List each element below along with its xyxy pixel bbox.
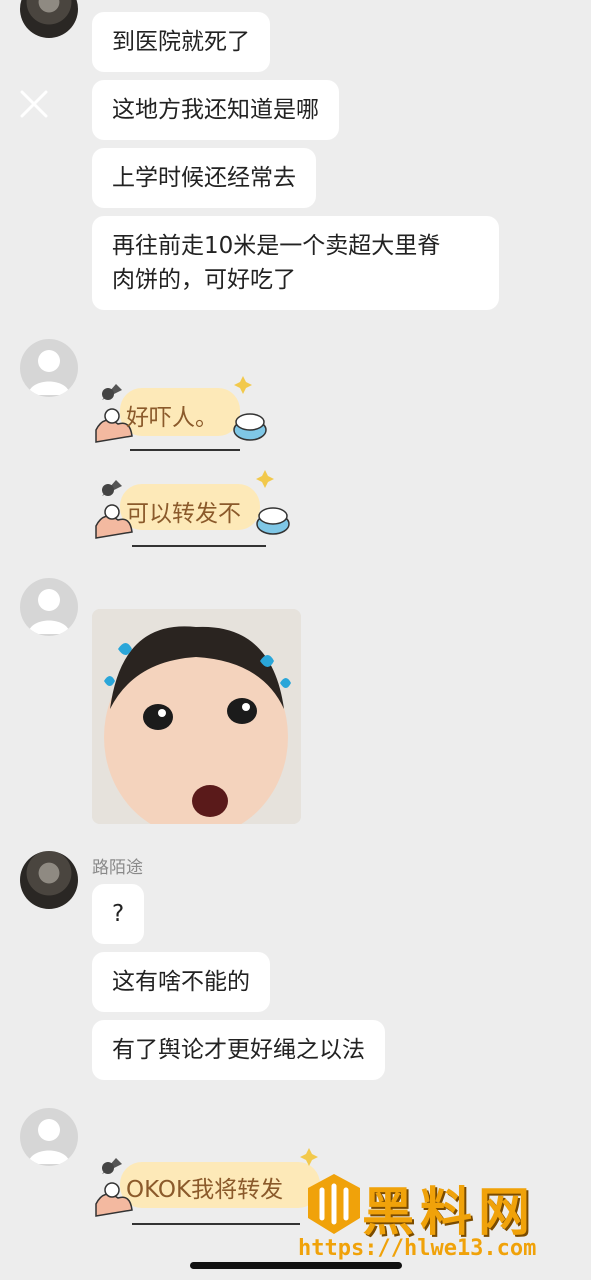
- message-text: 肉饼的，可好吃了: [112, 267, 296, 293]
- message-bubble[interactable]: 这地方我还知道是哪: [92, 80, 339, 140]
- message-text: 上学时候还经常去: [112, 165, 296, 191]
- watermark-url: https://hlwe13.com: [298, 1236, 537, 1261]
- message-bubble[interactable]: 上学时候还经常去: [92, 148, 316, 208]
- sticker-text: 可以转发不: [126, 501, 241, 527]
- avatar[interactable]: [20, 578, 78, 636]
- sticker-text: OKOK我将转发: [126, 1177, 284, 1203]
- message-text: 再往前走10米是一个卖超大里脊: [112, 233, 441, 259]
- message-bubble[interactable]: 再往前走10米是一个卖超大里脊 肉饼的，可好吃了: [92, 216, 499, 310]
- avatar[interactable]: [20, 339, 78, 397]
- avatar[interactable]: [20, 1108, 78, 1166]
- message-text: 有了舆论才更好绳之以法: [112, 1037, 365, 1063]
- message-bubble[interactable]: ?: [92, 884, 145, 944]
- message-bubble[interactable]: 这有啥不能的: [92, 952, 270, 1012]
- watermark-logo-icon: [308, 1174, 360, 1234]
- sticker-text: 好吓人。: [126, 405, 218, 431]
- message-text: 到医院就死了: [112, 29, 250, 55]
- sticker[interactable]: 可以转发不: [90, 462, 300, 552]
- message-bubble[interactable]: 到医院就死了: [92, 12, 270, 72]
- watermark-title: 黑料网: [362, 1183, 537, 1243]
- home-indicator: [190, 1262, 402, 1269]
- close-icon[interactable]: [18, 88, 50, 120]
- avatar[interactable]: [20, 851, 78, 909]
- message-text: ?: [112, 901, 125, 927]
- avatar[interactable]: [20, 0, 78, 38]
- sticker[interactable]: 好吓人。: [90, 370, 280, 460]
- sender-name: 路陌途: [92, 858, 143, 878]
- message-bubble[interactable]: 有了舆论才更好绳之以法: [92, 1020, 385, 1080]
- message-text: 这有啥不能的: [112, 969, 250, 995]
- image-message[interactable]: [92, 609, 301, 824]
- message-text: 这地方我还知道是哪: [112, 97, 319, 123]
